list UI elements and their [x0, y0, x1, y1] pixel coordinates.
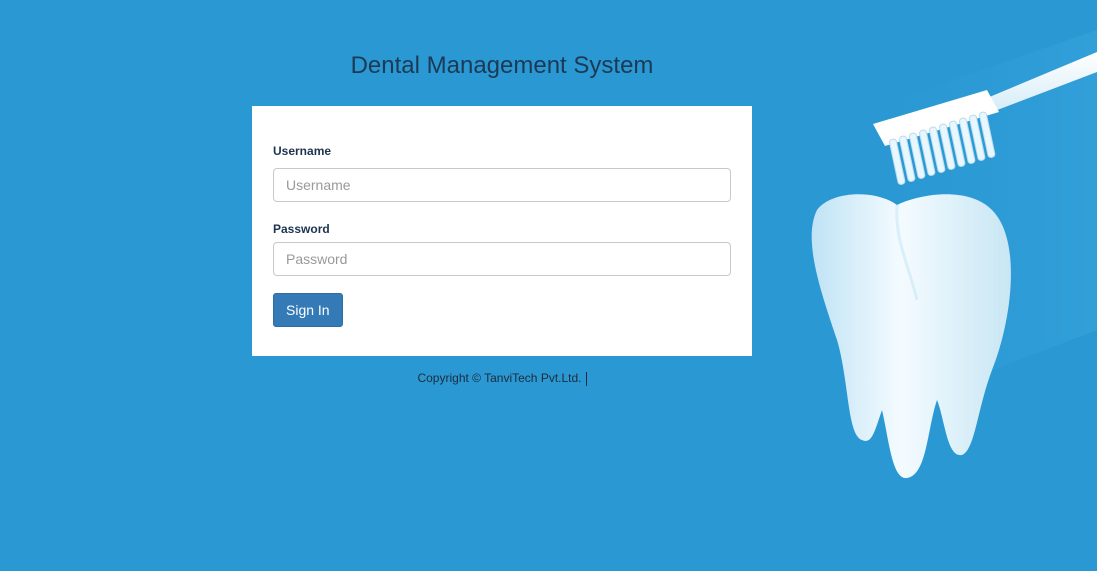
username-label: Username	[273, 144, 332, 158]
password-input[interactable]	[273, 242, 731, 276]
username-group: Username	[273, 144, 732, 202]
tooth-toothbrush-illustration	[777, 0, 1097, 571]
tooth-shape	[811, 194, 1011, 479]
sign-in-button[interactable]: Sign In	[273, 293, 343, 327]
password-group: Password	[273, 222, 732, 276]
copyright-text: Copyright © TanviTech Pvt.Ltd.	[417, 371, 582, 385]
login-card: Username Password Sign In	[252, 106, 752, 356]
password-label: Password	[273, 222, 330, 236]
text-cursor	[585, 371, 587, 386]
copyright-footer: Copyright © TanviTech Pvt.Ltd.	[252, 371, 752, 386]
page-title: Dental Management System	[350, 52, 654, 79]
username-input[interactable]	[273, 168, 731, 202]
